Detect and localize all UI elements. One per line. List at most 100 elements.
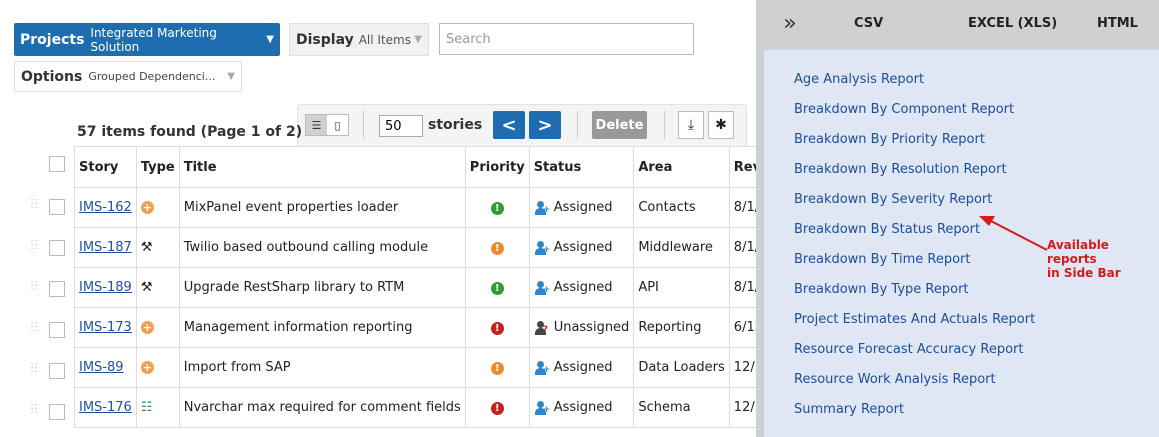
report-link[interactable]: Breakdown By Status Report bbox=[794, 222, 980, 237]
list-view-icon[interactable]: ☰ bbox=[306, 115, 327, 135]
area-cell: Reporting bbox=[633, 307, 730, 348]
search-input[interactable] bbox=[439, 23, 694, 55]
title-cell: Nvarchar max required for comment fields bbox=[178, 387, 466, 428]
feature-type-icon: + bbox=[140, 361, 154, 374]
area-cell: Middleware bbox=[633, 227, 730, 268]
story-link[interactable]: IMS-189 bbox=[79, 280, 132, 295]
status-cell: + Assigned bbox=[528, 387, 635, 428]
report-link[interactable]: Breakdown By Resolution Report bbox=[794, 162, 1007, 177]
column-header-story[interactable]: Story bbox=[74, 146, 137, 188]
projects-value: Integrated Marketing Solution bbox=[90, 25, 217, 54]
gear-icon[interactable]: ✱ bbox=[708, 111, 734, 139]
table-row[interactable]: IMS-162 + MixPanel event properties loader… bbox=[74, 187, 814, 228]
row-checkbox[interactable] bbox=[49, 281, 65, 297]
drag-handle-icon[interactable]: ∷ ∷ bbox=[31, 403, 39, 418]
priority-cell: ! bbox=[464, 267, 530, 308]
title-cell: Management information reporting bbox=[178, 307, 466, 348]
row-checkbox[interactable] bbox=[49, 322, 65, 338]
delete-button[interactable]: Delete bbox=[592, 111, 647, 139]
stories-label: stories bbox=[428, 117, 483, 133]
tab-csv[interactable]: CSV bbox=[854, 0, 883, 47]
status-label: Assigned bbox=[553, 240, 613, 255]
tab-html[interactable]: HTML bbox=[1097, 0, 1138, 47]
story-cell: IMS-173 bbox=[74, 307, 137, 348]
story-link[interactable]: IMS-176 bbox=[79, 400, 132, 415]
status-label: Assigned bbox=[553, 200, 613, 215]
drag-handle-icon[interactable]: ∷ ∷ bbox=[31, 198, 39, 213]
priority-red-icon: ! bbox=[490, 402, 504, 415]
priority-cell: ! bbox=[464, 227, 530, 268]
title-cell: MixPanel event properties loader bbox=[178, 187, 466, 228]
column-header-status[interactable]: Status bbox=[528, 146, 635, 188]
feature-type-icon: + bbox=[140, 321, 154, 334]
row-checkbox[interactable] bbox=[49, 404, 65, 420]
type-cell: + bbox=[135, 307, 180, 348]
toolbar-divider bbox=[363, 111, 364, 139]
tool-type-icon: ⚒ bbox=[140, 280, 153, 295]
report-link[interactable]: Resource Work Analysis Report bbox=[794, 372, 996, 387]
report-link[interactable]: Summary Report bbox=[794, 402, 904, 417]
report-link[interactable]: Breakdown By Priority Report bbox=[794, 132, 985, 147]
status-label: Assigned bbox=[553, 360, 613, 375]
per-page-input[interactable] bbox=[379, 115, 423, 137]
drag-handle-icon[interactable]: ∷ ∷ bbox=[31, 362, 39, 377]
story-link[interactable]: IMS-162 bbox=[79, 200, 132, 215]
report-link[interactable]: Resource Forecast Accuracy Report bbox=[794, 342, 1023, 357]
row-checkbox[interactable] bbox=[49, 240, 65, 256]
status-cell: + Assigned bbox=[528, 267, 635, 308]
annotation-line-2: in Side Bar bbox=[1047, 266, 1121, 280]
double-chevron-right-icon[interactable]: » bbox=[756, 0, 824, 47]
options-selector[interactable]: Options Grouped Dependenci... ▼ bbox=[14, 61, 242, 92]
drag-handle-icon[interactable]: ∷ ∷ bbox=[31, 321, 39, 336]
table-header-row: Story Type Title Priority Status Area Re… bbox=[74, 146, 814, 188]
row-checkbox[interactable] bbox=[49, 199, 65, 215]
drag-handle-icon[interactable]: ∷ ∷ bbox=[31, 280, 39, 295]
report-link[interactable]: Breakdown By Component Report bbox=[794, 102, 1014, 117]
status-cell: + Assigned bbox=[528, 227, 635, 268]
column-header-area[interactable]: Area bbox=[633, 146, 730, 188]
display-selector[interactable]: Display All Items ▼ bbox=[289, 23, 429, 56]
select-all-checkbox[interactable] bbox=[49, 156, 65, 172]
toolbar-divider bbox=[577, 111, 578, 139]
report-link[interactable]: Breakdown By Severity Report bbox=[794, 192, 992, 207]
toolbar-divider bbox=[664, 111, 665, 139]
chevron-down-icon: ▼ bbox=[266, 34, 274, 45]
table-row[interactable]: IMS-189 ⚒ Upgrade RestSharp library to RTM… bbox=[74, 267, 814, 308]
table-row[interactable]: IMS-176 ☷ Nvarchar max required for commen… bbox=[74, 387, 814, 428]
tab-excel[interactable]: EXCEL (XLS) bbox=[968, 0, 1057, 47]
title-cell: Twilio based outbound calling module bbox=[178, 227, 466, 268]
table-row[interactable]: IMS-187 ⚒ Twilio based outbound calling mo… bbox=[74, 227, 814, 268]
split-view-icon[interactable]: ▯ bbox=[327, 115, 348, 135]
column-header-type[interactable]: Type bbox=[135, 146, 180, 188]
story-link[interactable]: IMS-173 bbox=[79, 320, 132, 335]
report-link[interactable]: Project Estimates And Actuals Report bbox=[794, 312, 1035, 327]
story-link[interactable]: IMS-89 bbox=[79, 360, 124, 375]
status-label: Assigned bbox=[553, 400, 613, 415]
column-header-title[interactable]: Title bbox=[178, 146, 466, 188]
prev-page-button[interactable]: < bbox=[493, 111, 525, 139]
type-cell: ⚒ bbox=[135, 267, 180, 308]
projects-selector[interactable]: Projects Integrated Marketing Solution ▼ bbox=[14, 23, 280, 56]
table-row[interactable]: IMS-89 + Import from SAP! + Assigned Data Loa… bbox=[74, 347, 814, 388]
type-cell: ☷ bbox=[135, 387, 180, 428]
display-label: Display bbox=[296, 31, 354, 48]
assigned-user-icon: + bbox=[534, 360, 550, 375]
view-toggle[interactable]: ☰ ▯ bbox=[305, 114, 349, 136]
report-link[interactable]: Age Analysis Report bbox=[794, 72, 924, 87]
column-header-priority[interactable]: Priority bbox=[464, 146, 530, 188]
feature-type-icon: + bbox=[140, 201, 154, 214]
priority-green-icon: ! bbox=[490, 202, 504, 215]
report-link[interactable]: Breakdown By Type Report bbox=[794, 282, 969, 297]
chevron-down-icon: ▼ bbox=[227, 71, 235, 82]
row-checkbox[interactable] bbox=[49, 363, 65, 379]
report-link[interactable]: Breakdown By Time Report bbox=[794, 252, 970, 267]
status-cell: ? Unassigned bbox=[528, 307, 635, 348]
assigned-user-icon: + bbox=[534, 400, 550, 415]
download-icon[interactable]: ⤓ bbox=[678, 111, 704, 139]
next-page-button[interactable]: > bbox=[529, 111, 561, 139]
story-cell: IMS-176 bbox=[74, 387, 137, 428]
table-row[interactable]: IMS-173 + Management information reporting… bbox=[74, 307, 814, 348]
drag-handle-icon[interactable]: ∷ ∷ bbox=[31, 239, 39, 254]
annotation-text: Available reports in Side Bar bbox=[1047, 238, 1159, 280]
story-link[interactable]: IMS-187 bbox=[79, 240, 132, 255]
